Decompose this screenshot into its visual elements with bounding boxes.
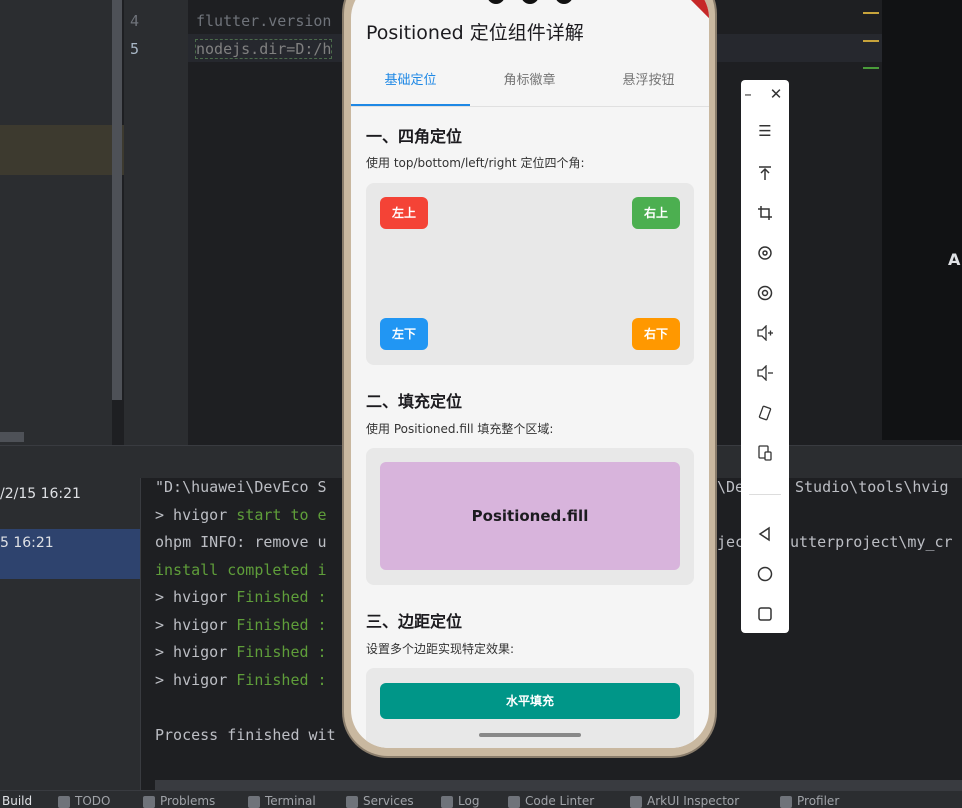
- line-number-gutter: [124, 0, 189, 445]
- console-line: > hvigor Finished :: [155, 643, 327, 661]
- section-title: 一、四角定位: [366, 127, 463, 146]
- volume-down-icon[interactable]: [741, 356, 789, 388]
- console-line: > hvigor Finished :: [155, 588, 327, 606]
- console-line: > hvigor start to e: [155, 506, 327, 524]
- console-line: > hvigor Finished :: [155, 671, 327, 689]
- fill-demo-box: Positioned.fill: [366, 448, 694, 585]
- console-horizontal-scrollbar[interactable]: [155, 780, 962, 790]
- code-line[interactable]: nodejs.dir=D:/h: [194, 39, 333, 59]
- positioned-fill-area: Positioned.fill: [380, 462, 680, 570]
- rotate-icon[interactable]: [741, 236, 789, 268]
- build-tree: /2/15 16:21 5 16:21: [0, 478, 141, 790]
- app-bar: Positioned 定位组件详解: [351, 0, 709, 56]
- close-icon[interactable]: ✕: [759, 78, 793, 110]
- console-line: Process finished wit: [155, 726, 336, 744]
- right-panel: A: [882, 0, 962, 440]
- crop-icon[interactable]: [741, 196, 789, 228]
- section-title: 二、填充定位: [366, 392, 463, 411]
- toolbar-divider: [749, 494, 781, 495]
- tab-bar: 基础定位 角标徽章 悬浮按钮: [351, 56, 709, 107]
- console-line: "D:\huawei\DevEco S: [155, 478, 327, 496]
- section-description: 使用 Positioned.fill 填充整个区域:: [366, 422, 554, 436]
- rotate-device-icon[interactable]: [741, 396, 789, 428]
- page-title: Positioned 定位组件详解: [366, 22, 584, 44]
- left-scrollbar[interactable]: [112, 0, 122, 400]
- tab-corner-badge[interactable]: 角标徽章: [470, 56, 589, 106]
- chip-top-left: 左上: [380, 197, 428, 229]
- code-line[interactable]: flutter.version: [196, 12, 331, 30]
- top-icon[interactable]: [741, 156, 789, 188]
- phone-screen[interactable]: Positioned 定位组件详解 基础定位 角标徽章 悬浮按钮 一、四角定位 …: [351, 0, 709, 748]
- tab-basic-positioning[interactable]: 基础定位: [351, 56, 470, 106]
- tab-floating-button[interactable]: 悬浮按钮: [589, 56, 708, 106]
- back-icon[interactable]: [741, 517, 789, 549]
- left-horizontal-scrollbar[interactable]: [0, 432, 24, 442]
- console-line: install completed i: [155, 561, 327, 579]
- tree-item-selected[interactable]: 5 16:21: [0, 529, 140, 579]
- horizontal-fill-bar: 水平填充: [380, 683, 680, 719]
- location-icon[interactable]: [741, 276, 789, 308]
- corner-demo-box: 左上 右上 左下 右下: [366, 183, 694, 365]
- chip-bottom-left: 左下: [380, 318, 428, 350]
- home-indicator[interactable]: [479, 733, 581, 737]
- line-number: 5: [130, 40, 140, 58]
- right-panel-letter: A: [948, 250, 961, 269]
- tree-item[interactable]: /2/15 16:21: [0, 480, 140, 508]
- section-description: 使用 top/bottom/left/right 定位四个角:: [366, 156, 585, 170]
- emulator-toolbar: – ✕ ☰: [741, 80, 789, 633]
- tab-indicator: [351, 104, 470, 106]
- menu-icon[interactable]: ☰: [741, 115, 789, 147]
- console-line-tail: Studio\tools\hvig: [795, 478, 949, 496]
- recent-icon[interactable]: [741, 597, 789, 629]
- chip-top-right: 右上: [632, 197, 680, 229]
- line-number: 4: [130, 12, 140, 30]
- volume-up-icon[interactable]: [741, 316, 789, 348]
- left-panel: [0, 0, 112, 445]
- section-title: 三、边距定位: [366, 612, 463, 631]
- console-line: ohpm INFO: remove u: [155, 533, 327, 551]
- console-line-tail: lutterproject\my_cr: [781, 533, 953, 551]
- section-description: 设置多个边距实现特定效果:: [366, 642, 515, 656]
- left-panel-highlight: [0, 125, 124, 175]
- console-line: > hvigor Finished :: [155, 616, 327, 634]
- multi-device-icon[interactable]: [741, 436, 789, 468]
- home-icon[interactable]: [741, 557, 789, 589]
- error-stripe: [863, 0, 881, 445]
- chip-bottom-right: 右下: [632, 318, 680, 350]
